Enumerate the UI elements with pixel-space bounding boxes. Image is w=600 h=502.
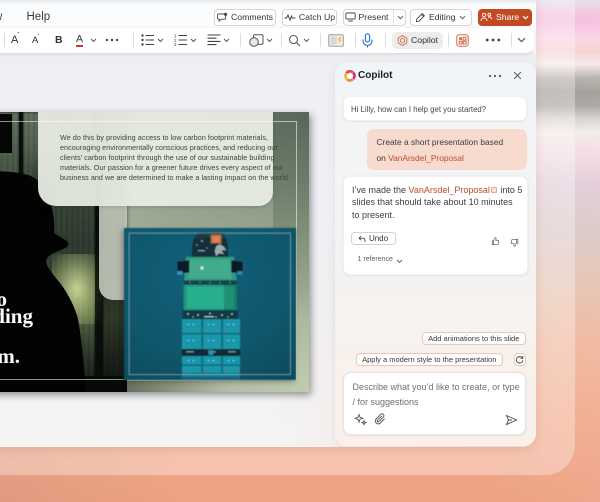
svg-text:3: 3 xyxy=(174,42,177,46)
